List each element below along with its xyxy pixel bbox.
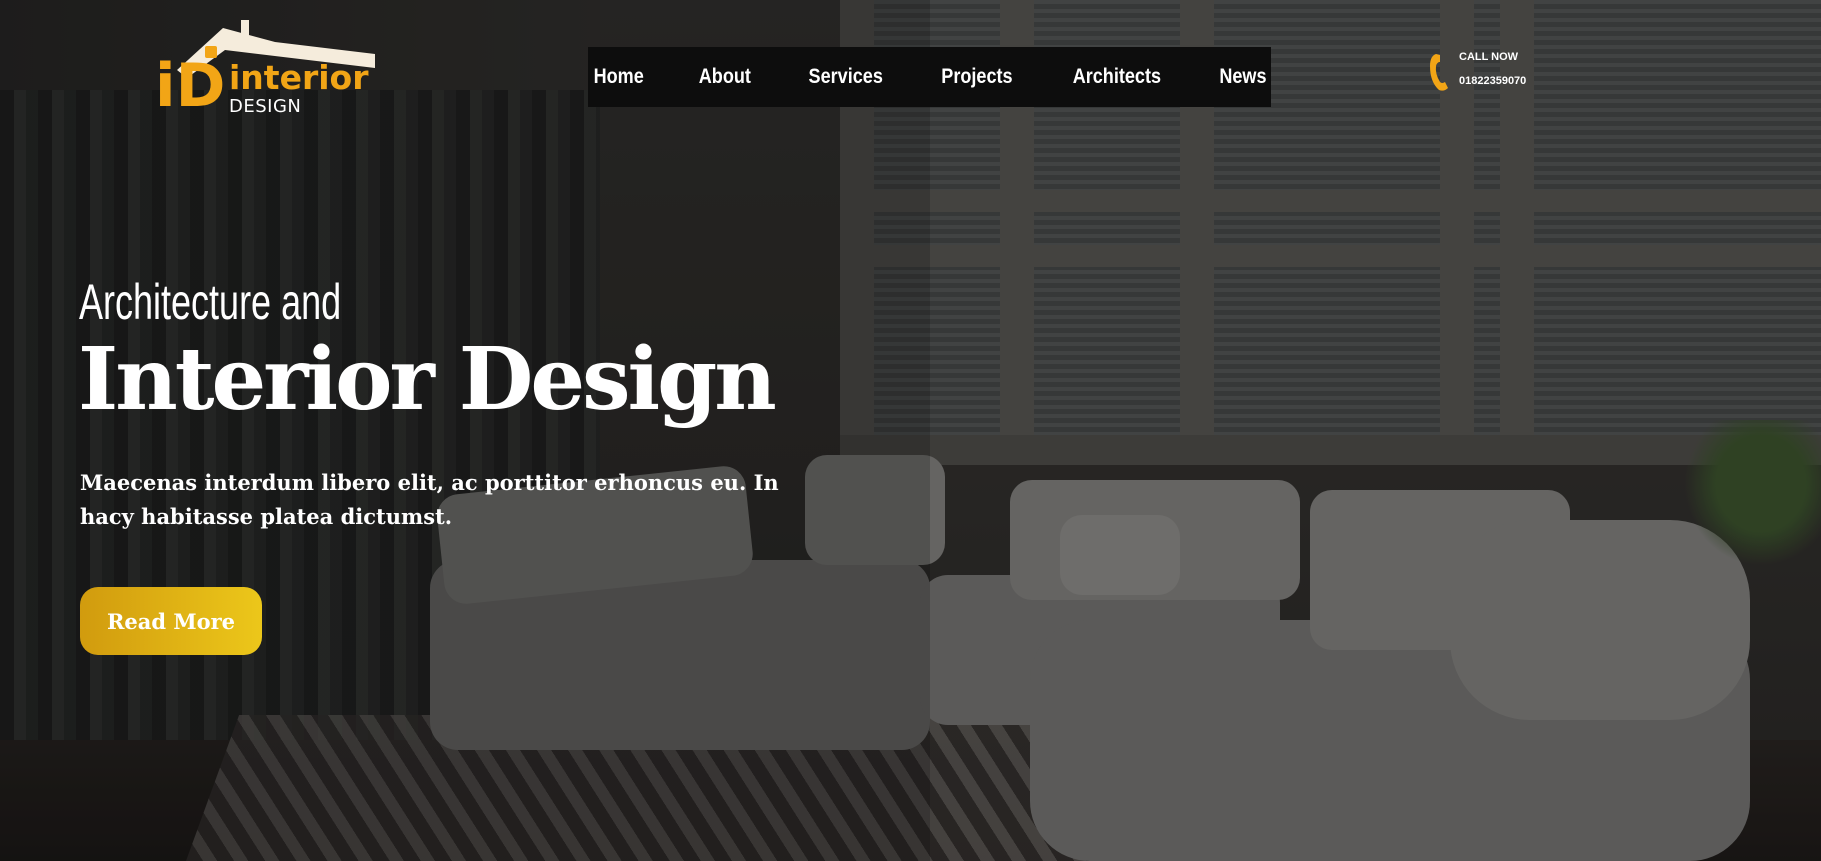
nav-item-news[interactable]: News bbox=[1199, 65, 1287, 89]
call-now-block[interactable]: CALL NOW 01822359070 bbox=[1430, 48, 1630, 98]
nav-item-architects[interactable]: Architects bbox=[1052, 65, 1181, 89]
logo-wordmark: interior bbox=[229, 58, 369, 97]
nav-item-services[interactable]: Services bbox=[788, 65, 903, 89]
site-logo[interactable]: iD interior DESIGN bbox=[155, 18, 375, 121]
nav-item-about[interactable]: About bbox=[678, 65, 771, 89]
phone-icon bbox=[1430, 54, 1448, 91]
hero-background bbox=[0, 0, 1821, 861]
hero-kicker: Architecture and bbox=[79, 274, 342, 330]
nav-item-home[interactable]: Home bbox=[573, 65, 664, 89]
read-more-button[interactable]: Read More bbox=[80, 587, 262, 655]
hero-headline: Interior Design bbox=[78, 329, 777, 430]
main-navigation: Home About Services Projects Architects … bbox=[588, 47, 1271, 107]
nav-item-projects[interactable]: Projects bbox=[921, 65, 1033, 89]
logo-mark: iD bbox=[155, 51, 226, 121]
call-now-label: CALL NOW bbox=[1459, 51, 1519, 63]
dark-overlay-left bbox=[0, 0, 930, 861]
hero-description: Maecenas interdum libero elit, ac portti… bbox=[80, 470, 779, 529]
logo-subword: DESIGN bbox=[229, 96, 302, 117]
phone-number[interactable]: 01822359070 bbox=[1459, 75, 1526, 87]
